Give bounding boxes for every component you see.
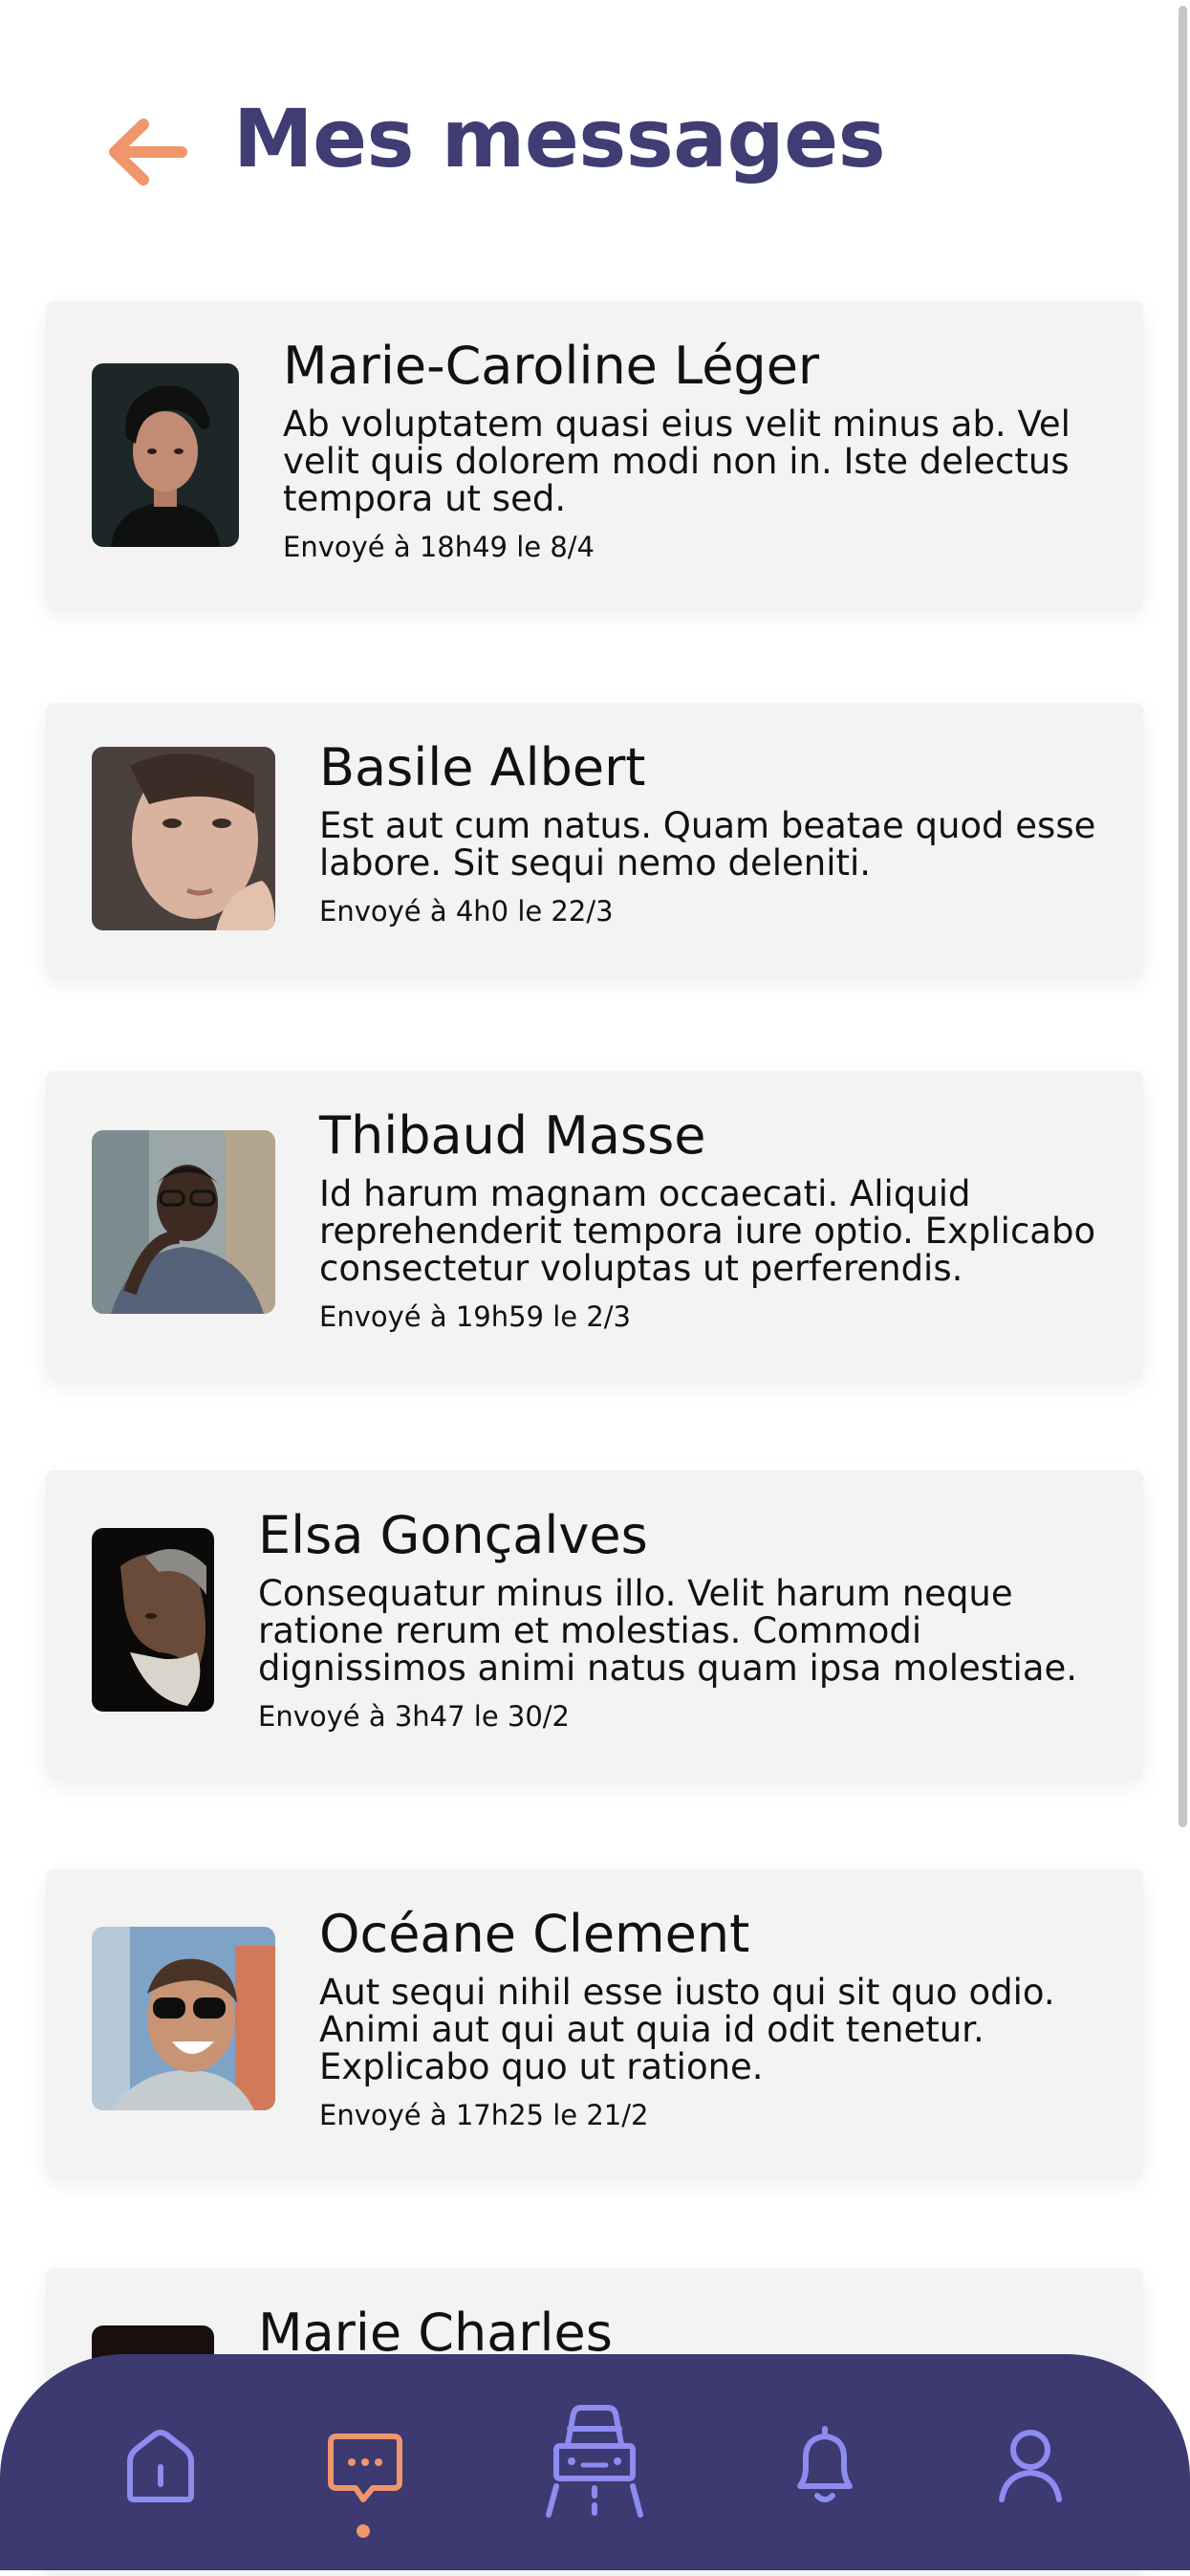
avatar bbox=[92, 747, 275, 930]
active-indicator bbox=[357, 2524, 370, 2538]
message-content: Basile Albert Est aut cum natus. Quam be… bbox=[319, 739, 1105, 928]
sender-name: Basile Albert bbox=[319, 737, 646, 797]
message-content: Thibaud Masse Id harum magnam occaecati.… bbox=[319, 1105, 1105, 1334]
car-road-icon bbox=[546, 2405, 643, 2518]
home-icon bbox=[127, 2430, 194, 2502]
sender-name: Elsa Gonçalves bbox=[258, 1505, 648, 1565]
page-header: Mes messages bbox=[0, 0, 1175, 287]
message-timestamp: Envoyé à 4h0 le 22/3 bbox=[319, 895, 614, 928]
message-preview: Aut sequi nihil esse iusto qui sit quo o… bbox=[319, 1972, 1055, 2088]
message-card[interactable]: Océane Clement Aut sequi nihil esse iust… bbox=[46, 1869, 1143, 2177]
message-timestamp: Envoyé à 3h47 le 30/2 bbox=[258, 1700, 571, 1734]
message-content: Marie Charles bbox=[258, 2303, 1105, 2363]
back-button[interactable] bbox=[105, 115, 187, 189]
sender-name: Océane Clement bbox=[319, 1904, 750, 1964]
message-timestamp: Envoyé à 18h49 le 8/4 bbox=[283, 531, 595, 564]
chat-bubble-icon bbox=[328, 2434, 402, 2502]
message-timestamp: Envoyé à 19h59 le 2/3 bbox=[319, 1300, 632, 1334]
message-preview: Ab voluptatem quasi eius velit minus ab.… bbox=[283, 404, 1071, 520]
nav-rides[interactable] bbox=[535, 2390, 654, 2524]
nav-messages[interactable] bbox=[308, 2408, 422, 2522]
message-timestamp: Envoyé à 17h25 le 21/2 bbox=[319, 2099, 649, 2132]
message-card[interactable]: Basile Albert Est aut cum natus. Quam be… bbox=[46, 703, 1143, 976]
message-card[interactable]: Elsa Gonçalves Consequatur minus illo. V… bbox=[46, 1471, 1143, 1779]
user-icon bbox=[999, 2430, 1062, 2502]
message-content: Océane Clement Aut sequi nihil esse iust… bbox=[319, 1904, 1105, 2132]
avatar bbox=[92, 1927, 275, 2110]
message-card[interactable]: Marie-Caroline Léger Ab voluptatem quasi… bbox=[46, 301, 1143, 609]
bell-icon bbox=[797, 2426, 853, 2502]
message-card[interactable]: Thibaud Masse Id harum magnam occaecati.… bbox=[46, 1071, 1143, 1379]
scrollbar-thumb[interactable] bbox=[1179, 6, 1187, 1827]
scrollbar[interactable] bbox=[1175, 0, 1190, 2570]
page-title: Mes messages bbox=[233, 92, 886, 186]
message-preview: Consequatur minus illo. Velit harum nequ… bbox=[258, 1573, 1078, 1690]
avatar bbox=[92, 363, 239, 547]
message-preview: Id harum magnam occaecati. Aliquid repre… bbox=[319, 1173, 1096, 1290]
sender-name: Marie Charles bbox=[258, 2303, 613, 2363]
sender-name: Thibaud Masse bbox=[319, 1105, 706, 1166]
nav-notifications[interactable] bbox=[768, 2408, 882, 2522]
nav-home[interactable] bbox=[103, 2408, 218, 2522]
message-preview: Est aut cum natus. Quam beatae quod esse… bbox=[319, 805, 1096, 884]
arrow-left-icon bbox=[109, 119, 187, 186]
avatar bbox=[92, 1528, 214, 1712]
message-content: Elsa Gonçalves Consequatur minus illo. V… bbox=[258, 1505, 1105, 1734]
message-content: Marie-Caroline Léger Ab voluptatem quasi… bbox=[283, 336, 1105, 564]
sender-name: Marie-Caroline Léger bbox=[283, 336, 820, 396]
nav-profile[interactable] bbox=[973, 2408, 1088, 2522]
avatar bbox=[92, 1130, 275, 1314]
